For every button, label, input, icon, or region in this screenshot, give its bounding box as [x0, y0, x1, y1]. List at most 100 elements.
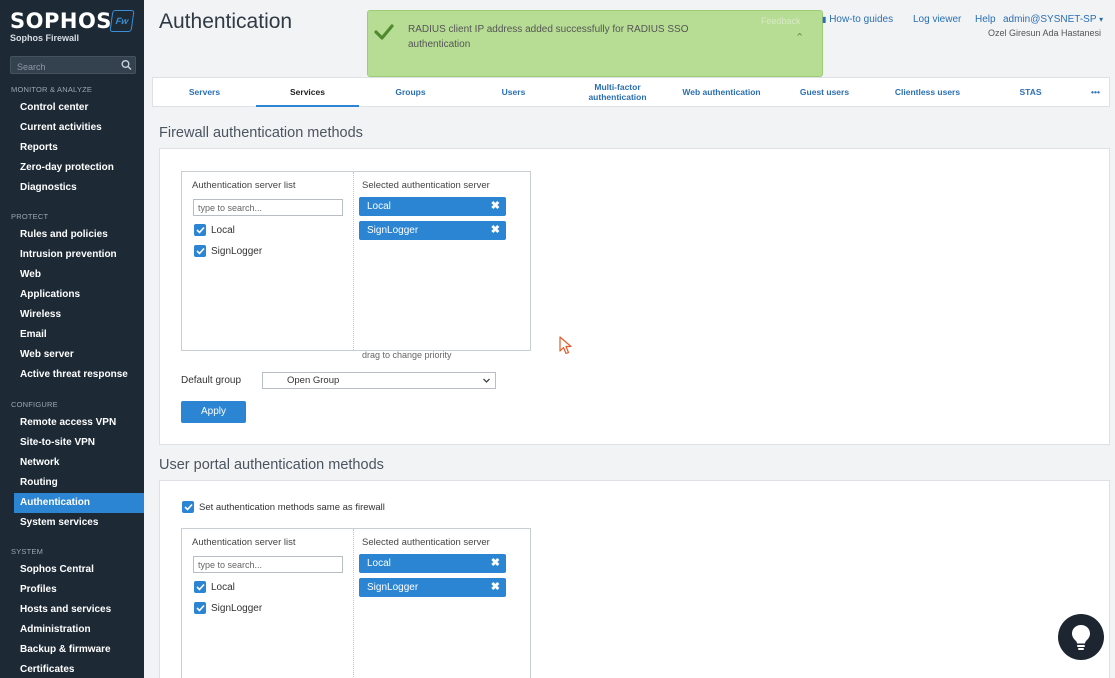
server-checkbox-signlogger[interactable]: SignLogger: [194, 601, 262, 615]
sidebar-item-intrusion-prevention[interactable]: Intrusion prevention: [14, 245, 144, 265]
sidebar-item-routing[interactable]: Routing: [14, 473, 144, 493]
portal-auth-panel: Set authentication methods same as firew…: [159, 480, 1110, 678]
auth-server-list-header: Authentication server list: [192, 537, 296, 548]
sidebar-item-authentication[interactable]: Authentication: [14, 493, 144, 513]
firewall-auth-section-title: Firewall authentication methods: [159, 125, 363, 141]
drag-hint: drag to change priority: [362, 350, 452, 360]
sidebar-item-administration[interactable]: Administration: [14, 620, 144, 640]
sidebar-item-site-to-site-vpn[interactable]: Site-to-site VPN: [14, 433, 144, 453]
feedback-link[interactable]: Feedback: [761, 16, 801, 26]
server-label: Local: [211, 224, 235, 236]
sidebar-item-web[interactable]: Web: [14, 265, 144, 285]
how-to-guides-link[interactable]: ▮ How-to guides: [822, 14, 893, 25]
tab-web-authentication[interactable]: Web authentication: [670, 78, 773, 106]
selected-server-chip-local[interactable]: Local ✖: [359, 197, 506, 216]
selected-server-chip-signlogger[interactable]: SignLogger ✖: [359, 221, 506, 240]
server-search-input[interactable]: [193, 556, 343, 573]
sidebar-item-zero-day-protection[interactable]: Zero-day protection: [14, 158, 144, 178]
server-checkbox-local[interactable]: Local: [194, 223, 235, 237]
sidebar-item-hosts-and-services[interactable]: Hosts and services: [14, 600, 144, 620]
remove-icon[interactable]: ✖: [491, 197, 500, 216]
page-title: Authentication: [159, 10, 293, 33]
sidebar-item-applications[interactable]: Applications: [14, 285, 144, 305]
checkbox-checked-icon[interactable]: [194, 224, 206, 236]
sidebar-item-remote-access-vpn[interactable]: Remote access VPN: [14, 413, 144, 433]
toast-message: RADIUS client IP address added successfu…: [408, 24, 689, 50]
sidebar-item-active-threat-response[interactable]: Active threat response: [14, 365, 144, 385]
chip-label: SignLogger: [367, 582, 419, 593]
sidebar-item-sophos-central[interactable]: Sophos Central: [14, 560, 144, 580]
sidebar-search-input[interactable]: [11, 59, 111, 75]
chevron-down-icon: [483, 378, 490, 383]
checkbox-checked-icon[interactable]: [182, 501, 194, 513]
tab-stas[interactable]: STAS: [979, 78, 1082, 106]
sidebar-item-system-services[interactable]: System services: [14, 513, 144, 533]
default-group-value: Open Group: [287, 375, 340, 386]
server-search-input[interactable]: [193, 199, 343, 216]
server-checkbox-signlogger[interactable]: SignLogger: [194, 244, 262, 258]
remove-icon[interactable]: ✖: [491, 578, 500, 597]
tab-users[interactable]: Users: [462, 78, 565, 106]
sidebar-item-control-center[interactable]: Control center: [14, 98, 144, 118]
remove-icon[interactable]: ✖: [491, 554, 500, 573]
divider: [353, 529, 354, 678]
tab-servers[interactable]: Servers: [153, 78, 256, 106]
firewall-auth-panel: Authentication server list Selected auth…: [159, 148, 1110, 445]
sidebar-item-profiles[interactable]: Profiles: [14, 580, 144, 600]
tab-guest-users[interactable]: Guest users: [773, 78, 876, 106]
check-icon: [374, 24, 394, 40]
sidebar-item-email[interactable]: Email: [14, 325, 144, 345]
sidebar-item-certificates[interactable]: Certificates: [14, 660, 144, 678]
organization-name: Ozel Giresun Ada Hastanesi: [988, 28, 1102, 38]
apply-button[interactable]: Apply: [181, 401, 246, 423]
tab-clientless-users[interactable]: Clientless users: [876, 78, 979, 106]
lightbulb-icon: [1072, 625, 1090, 650]
search-icon[interactable]: [120, 59, 133, 71]
tab-multi-factor-authentication[interactable]: Multi-factor authentication: [565, 78, 670, 106]
chip-label: Local: [367, 558, 391, 569]
default-group-label: Default group: [181, 375, 242, 386]
sidebar-item-network[interactable]: Network: [14, 453, 144, 473]
brand-name: SOPHOS: [10, 9, 112, 33]
help-link[interactable]: Help: [975, 14, 996, 25]
user-name: admin@SYSNET-SP: [1003, 14, 1097, 25]
sidebar-item-diagnostics[interactable]: Diagnostics: [14, 178, 144, 198]
sophos-logo[interactable]: SOPHOS Sophos Firewall Fw: [10, 9, 136, 47]
tab-services[interactable]: Services: [256, 78, 359, 107]
default-group-select[interactable]: Open Group: [262, 372, 496, 389]
user-menu[interactable]: admin@SYSNET-SP ▾: [1003, 14, 1103, 25]
tab-groups[interactable]: Groups: [359, 78, 462, 106]
server-label: SignLogger: [211, 602, 263, 614]
sidebar-item-web-server[interactable]: Web server: [14, 345, 144, 365]
brand-subtitle: Sophos Firewall: [10, 33, 80, 43]
help-assistant-button[interactable]: [1058, 614, 1104, 660]
sidebar-item-reports[interactable]: Reports: [14, 138, 144, 158]
collapse-chevron-icon[interactable]: ⌃: [795, 31, 804, 44]
sidebar-item-rules-and-policies[interactable]: Rules and policies: [14, 225, 144, 245]
more-tabs-button[interactable]: •••: [1082, 78, 1109, 106]
server-checkbox-local[interactable]: Local: [194, 580, 235, 594]
video-icon: ▮: [822, 15, 827, 24]
section-configure: CONFIGURE: [11, 400, 58, 409]
same-as-firewall-checkbox[interactable]: Set authentication methods same as firew…: [182, 500, 385, 514]
section-protect: PROTECT: [11, 212, 49, 221]
chip-label: SignLogger: [367, 225, 419, 236]
chip-label: Local: [367, 201, 391, 212]
sidebar: SOPHOS Sophos Firewall Fw MONITOR & ANAL…: [0, 0, 144, 678]
log-viewer-link[interactable]: Log viewer: [913, 14, 961, 25]
checkbox-checked-icon[interactable]: [194, 581, 206, 593]
sidebar-item-current-activities[interactable]: Current activities: [14, 118, 144, 138]
mouse-cursor-icon: [559, 336, 572, 355]
success-toast: RADIUS client IP address added successfu…: [367, 10, 823, 77]
checkbox-checked-icon[interactable]: [194, 245, 206, 257]
sidebar-search[interactable]: [10, 56, 136, 75]
checkbox-checked-icon[interactable]: [194, 602, 206, 614]
portal-auth-server-box: Authentication server list Selected auth…: [181, 528, 531, 678]
selected-server-chip-local[interactable]: Local ✖: [359, 554, 506, 573]
sidebar-item-backup-firmware[interactable]: Backup & firmware: [14, 640, 144, 660]
sidebar-item-wireless[interactable]: Wireless: [14, 305, 144, 325]
selected-server-chip-signlogger[interactable]: SignLogger ✖: [359, 578, 506, 597]
remove-icon[interactable]: ✖: [491, 221, 500, 240]
caret-down-icon: ▾: [1099, 15, 1104, 24]
selected-auth-server-header: Selected authentication server: [362, 180, 490, 191]
